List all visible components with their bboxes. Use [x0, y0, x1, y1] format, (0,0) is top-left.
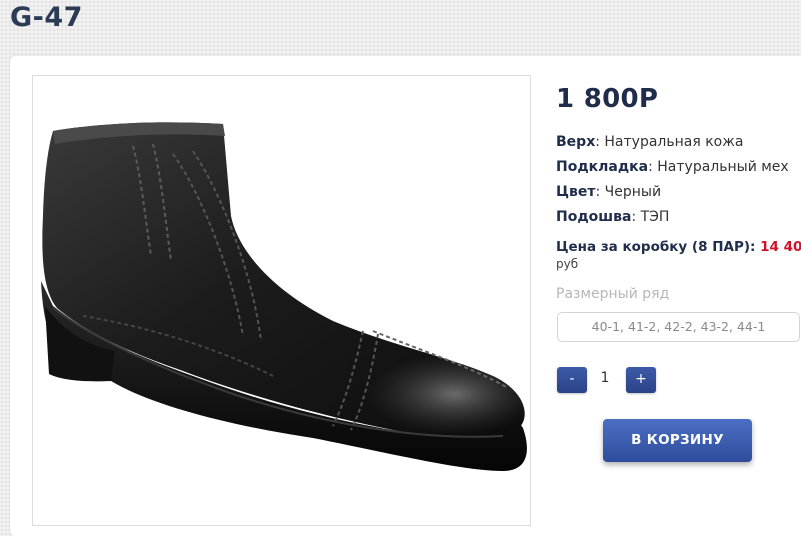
spec-lining: Подкладка: Натуральный мех — [556, 159, 789, 175]
spec-sole: Подошва: ТЭП — [556, 209, 670, 225]
spec-label: Подкладка — [556, 159, 649, 175]
currency-label: руб — [556, 257, 579, 271]
spec-label: Цвет — [556, 184, 596, 200]
spec-value: Натуральная кожа — [604, 134, 744, 150]
quantity-decrease-button[interactable]: - — [557, 367, 587, 393]
spec-label: Верх — [556, 134, 596, 150]
box-price-label: Цена за коробку (8 ПАР): — [556, 239, 756, 255]
size-range-label: Размерный ряд — [556, 286, 670, 302]
add-to-cart-button[interactable]: В КОРЗИНУ — [603, 419, 752, 462]
spec-value: Натуральный мех — [657, 159, 789, 175]
quantity-increase-button[interactable]: + — [626, 367, 656, 393]
spec-color: Цвет: Черный — [556, 184, 662, 200]
box-price-value: 14 400 — [760, 239, 801, 255]
boot-picture — [41, 122, 527, 471]
product-price: 1 800Р — [556, 84, 659, 114]
box-price: Цена за коробку (8 ПАР): 14 400 — [556, 239, 801, 255]
spec-upper: Верх: Натуральная кожа — [556, 134, 744, 150]
spec-value: ТЭП — [640, 209, 670, 225]
product-image[interactable] — [32, 75, 531, 526]
page-title: G-47 — [10, 2, 83, 33]
spec-label: Подошва — [556, 209, 632, 225]
quantity-value[interactable]: 1 — [592, 370, 618, 386]
size-range-select[interactable]: 40-1, 41-2, 42-2, 43-2, 44-1 — [557, 312, 800, 342]
spec-value: Черный — [604, 184, 662, 200]
